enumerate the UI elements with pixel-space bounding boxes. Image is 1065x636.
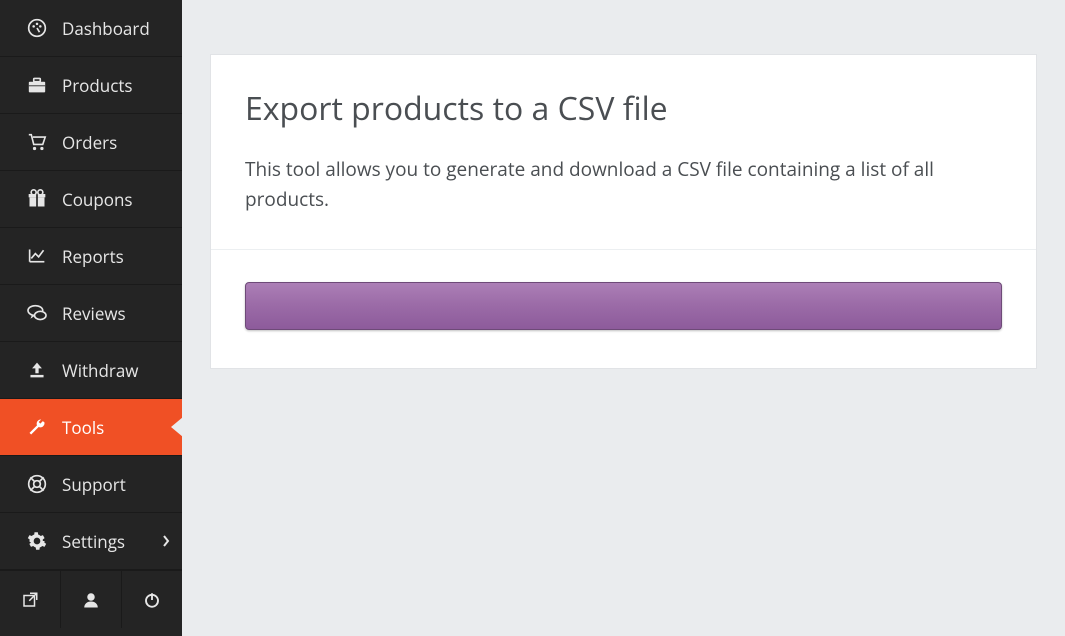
card-body: Export products to a CSV file This tool …: [211, 55, 1036, 250]
card-action: [211, 250, 1036, 368]
power-button[interactable]: [122, 571, 182, 628]
sidebar-item-tools[interactable]: Tools: [0, 399, 182, 456]
sidebar-item-label: Coupons: [62, 188, 170, 211]
sidebar-item-withdraw[interactable]: Withdraw: [0, 342, 182, 399]
sidebar-item-settings[interactable]: Settings: [0, 513, 182, 570]
sidebar-item-label: Tools: [62, 416, 170, 439]
sidebar-item-label: Reports: [62, 245, 170, 268]
sidebar-item-label: Dashboard: [62, 17, 170, 40]
upload-icon: [22, 361, 52, 379]
briefcase-icon: [22, 76, 52, 94]
sidebar-item-products[interactable]: Products: [0, 57, 182, 114]
life-ring-icon: [22, 474, 52, 494]
chart-icon: [22, 247, 52, 265]
wrench-icon: [22, 417, 52, 437]
gear-icon: [22, 531, 52, 551]
sidebar-item-orders[interactable]: Orders: [0, 114, 182, 171]
comments-icon: [22, 304, 52, 322]
cart-icon: [22, 133, 52, 151]
sidebar-item-label: Support: [62, 473, 170, 496]
dashboard-icon: [22, 18, 52, 38]
sidebar-item-coupons[interactable]: Coupons: [0, 171, 182, 228]
sidebar-item-reviews[interactable]: Reviews: [0, 285, 182, 342]
export-card: Export products to a CSV file This tool …: [210, 54, 1037, 369]
gift-icon: [22, 189, 52, 209]
sidebar-item-label: Products: [62, 74, 170, 97]
sidebar-item-support[interactable]: Support: [0, 456, 182, 513]
sidebar-item-label: Settings: [62, 530, 162, 553]
page-description: This tool allows you to generate and dow…: [245, 154, 1002, 215]
export-button[interactable]: [245, 282, 1002, 330]
main-content: Export products to a CSV file This tool …: [182, 0, 1065, 636]
page-title: Export products to a CSV file: [245, 87, 1002, 130]
sidebar-item-reports[interactable]: Reports: [0, 228, 182, 285]
chevron-right-icon: [162, 535, 170, 547]
sidebar-item-label: Reviews: [62, 302, 170, 325]
profile-button[interactable]: [61, 571, 122, 628]
external-link-button[interactable]: [0, 571, 61, 628]
sidebar-item-label: Orders: [62, 131, 170, 154]
sidebar-item-label: Withdraw: [62, 359, 170, 382]
sidebar-item-dashboard[interactable]: Dashboard: [0, 0, 182, 57]
sidebar: Dashboard Products Orders Coupons Report…: [0, 0, 182, 636]
sidebar-footer: [0, 570, 182, 628]
